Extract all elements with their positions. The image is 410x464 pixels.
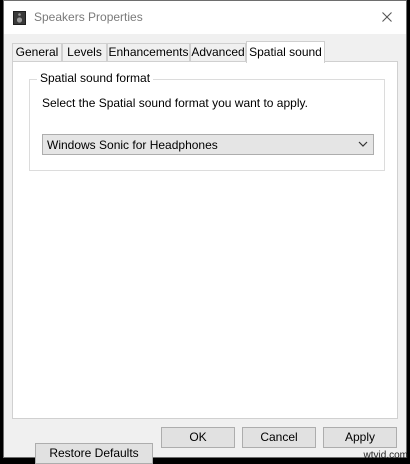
apply-button[interactable]: Apply [323,427,397,448]
watermark: wtvid.com [363,450,408,461]
spatial-format-dropdown[interactable]: Windows Sonic for Headphones [42,134,374,155]
chevron-down-icon [358,141,368,147]
speaker-icon [13,11,26,25]
tab-spatial-sound[interactable]: Spatial sound [246,41,325,63]
tab-strip: General Levels Enhancements Advanced Spa… [12,41,402,63]
tab-advanced[interactable]: Advanced [190,43,246,61]
restore-defaults-button[interactable]: Restore Defaults [35,443,153,464]
speakers-properties-dialog: Speakers Properties General Levels Enhan… [3,0,407,464]
title-bar[interactable]: Speakers Properties [4,1,406,34]
selected-format: Windows Sonic for Headphones [47,138,218,152]
spatial-sound-format-group: Spatial sound format Select the Spatial … [29,71,385,171]
window-title: Speakers Properties [34,10,143,24]
close-button[interactable] [374,5,400,29]
tab-levels[interactable]: Levels [62,43,107,61]
tab-general[interactable]: General [12,43,62,61]
cancel-button[interactable]: Cancel [242,427,316,448]
group-title: Spatial sound format [37,71,154,85]
tab-enhancements[interactable]: Enhancements [107,43,190,61]
ok-button[interactable]: OK [161,427,235,448]
instruction-text: Select the Spatial sound format you want… [42,96,308,110]
spatial-sound-panel: Spatial sound format Select the Spatial … [12,61,398,464]
close-icon [382,12,392,22]
